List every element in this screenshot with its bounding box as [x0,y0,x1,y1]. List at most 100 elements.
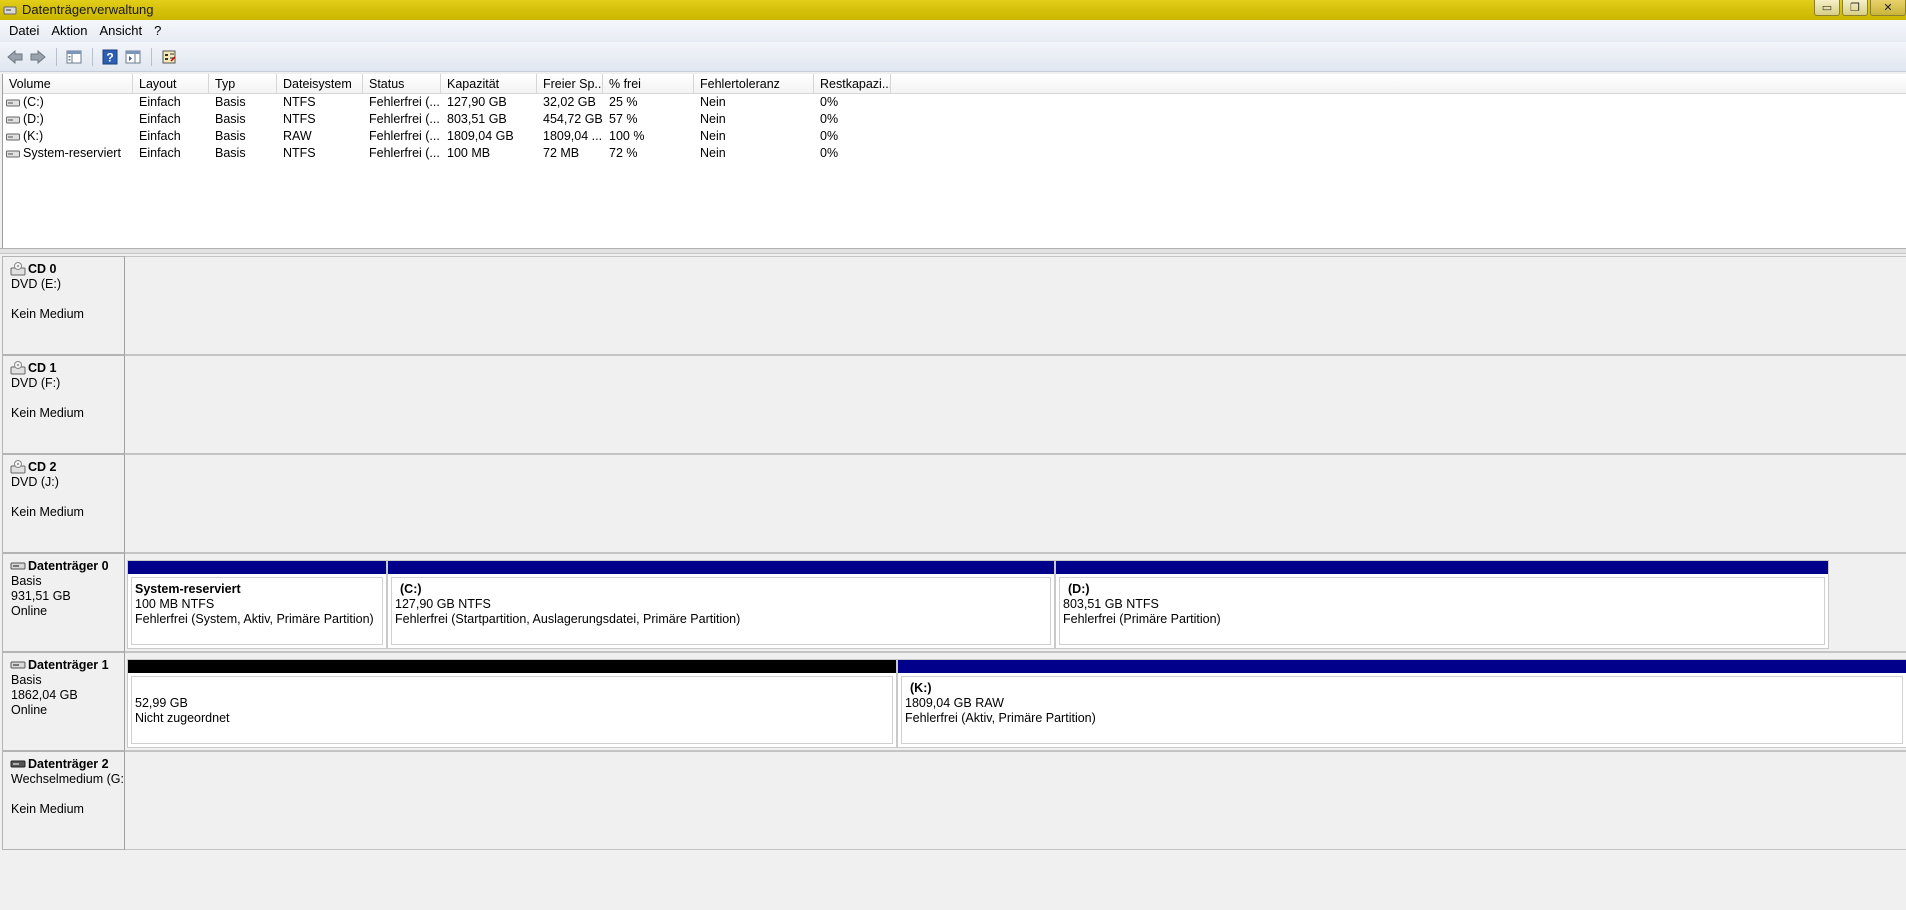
back-arrow-icon[interactable] [4,46,26,68]
partition-d[interactable]: (D:) 803,51 GB NTFS Fehlerfrei (Primäre … [1055,560,1829,649]
partition-content: (K:) 1809,04 GB RAW Fehlerfrei (Aktiv, P… [901,676,1903,744]
table-row[interactable]: (D:) Einfach Basis NTFS Fehlerfrei (... … [3,111,1906,128]
disk-name-row: Datenträger 2 [10,756,124,772]
minimize-button[interactable]: ▭ [1814,0,1840,16]
column-header-layout[interactable]: Layout [133,74,209,93]
disk-status: Kein Medium [11,505,84,519]
volume-icon [6,132,20,142]
disk-graphical-view: CD 0 DVD (E:) Kein Medium CD 1 DVD (F:) … [0,254,1906,910]
column-header-freier-speicher[interactable]: Freier Sp... [537,74,603,93]
disk-type: DVD (J:) [11,475,59,489]
help-icon[interactable]: ? [99,46,121,68]
volume-list: Volume Layout Typ Dateisystem Status Kap… [2,74,1906,248]
column-header-volume[interactable]: Volume [3,74,133,93]
disk-name: CD 2 [28,460,57,474]
disk-name-row: Datenträger 0 [10,558,124,574]
restkapazitaet-cell: 0% [820,112,839,126]
disk-name: CD 0 [28,262,57,276]
table-row[interactable]: System-reserviert Einfach Basis NTFS Feh… [3,145,1906,162]
volume-icon [6,149,20,159]
hard-disk-icon [10,660,26,670]
volume-icon [6,98,20,108]
action-pane-icon[interactable] [122,46,144,68]
disk-label-cd0[interactable]: CD 0 DVD (E:) Kein Medium [2,256,125,355]
prozent-frei-cell: 72 % [609,146,638,160]
disk-row-disk2: Datenträger 2 Wechselmedium (G: Kein Med… [2,751,1906,850]
title-bar: Datenträgerverwaltung ▭ ❐ ✕ [0,0,1906,20]
menu-aktion[interactable]: Aktion [45,20,93,42]
fehlertoleranz-cell: Nein [700,95,726,109]
disk-size: 1862,04 GB [11,688,78,702]
volume-cell: System-reserviert [3,145,133,162]
volume-list-header: Volume Layout Typ Dateisystem Status Kap… [3,74,1906,94]
status-cell: Fehlerfrei (... [369,146,440,160]
partition-system-reserviert[interactable]: System-reserviert 100 MB NTFS Fehlerfrei… [127,560,387,649]
disk-body-disk1: 52,99 GB Nicht zugeordnet (K:) 1809,04 G… [125,652,1906,751]
kapazitaet-cell: 127,90 GB [447,95,507,109]
partition-k[interactable]: (K:) 1809,04 GB RAW Fehlerfrei (Aktiv, P… [897,659,1906,748]
disk-label-disk2[interactable]: Datenträger 2 Wechselmedium (G: Kein Med… [2,751,125,850]
kapazitaet-cell: 100 MB [447,146,491,160]
disk-label-disk0[interactable]: Datenträger 0 Basis 931,51 GB Online [2,553,125,652]
prozent-frei-cell: 100 % [609,129,645,143]
dateisystem-cell: NTFS [283,112,316,126]
column-header-dateisystem[interactable]: Dateisystem [277,74,363,93]
disk-body-disk0: System-reserviert 100 MB NTFS Fehlerfrei… [125,553,1906,652]
close-button[interactable]: ✕ [1870,0,1906,16]
partition-bar-primary [1056,561,1828,574]
removable-drive-icon [10,759,26,769]
partition-bar-unallocated [128,660,896,673]
partition-status: Fehlerfrei (Aktiv, Primäre Partition) [905,711,1096,725]
disk-type: Basis [11,673,42,687]
disk-name: Datenträger 2 [28,757,109,771]
console-tree-icon[interactable] [63,46,85,68]
disk-status: Online [11,604,48,618]
partition-content: (D:) 803,51 GB NTFS Fehlerfrei (Primäre … [1059,577,1825,645]
disk-name: Datenträger 0 [28,559,109,573]
partition-title: (D:) [1068,582,1090,596]
column-header-prozent-frei[interactable]: % frei [603,74,694,93]
properties-icon[interactable] [158,46,180,68]
menu-ansicht[interactable]: Ansicht [94,20,149,42]
partition-size: 52,99 GB [135,696,188,710]
freier-speicher-cell: 454,72 GB [543,112,603,126]
restkapazitaet-cell: 0% [820,129,839,143]
table-row[interactable]: (C:) Einfach Basis NTFS Fehlerfrei (... … [3,94,1906,111]
partition-unallocated[interactable]: 52,99 GB Nicht zugeordnet [127,659,897,748]
disk-label-cd2[interactable]: CD 2 DVD (J:) Kein Medium [2,454,125,553]
column-header-kapazitaet[interactable]: Kapazität [441,74,537,93]
disk-name-row: CD 0 [10,261,124,277]
partition-size: 127,90 GB NTFS [395,597,491,611]
toolbar-separator [56,47,57,66]
layout-cell: Einfach [139,95,181,109]
typ-cell: Basis [215,95,246,109]
table-row[interactable]: (K:) Einfach Basis RAW Fehlerfrei (... 1… [3,128,1906,145]
partition-c[interactable]: (C:) 127,90 GB NTFS Fehlerfrei (Startpar… [387,560,1055,649]
status-cell: Fehlerfrei (... [369,95,440,109]
prozent-frei-cell: 25 % [609,95,638,109]
status-cell: Fehlerfrei (... [369,112,440,126]
column-header-typ[interactable]: Typ [209,74,277,93]
menu-datei[interactable]: Datei [3,20,45,42]
volume-name: (K:) [23,129,44,143]
volume-icon [6,115,20,125]
column-header-fehlertoleranz[interactable]: Fehlertoleranz [694,74,814,93]
cd-drive-icon [10,262,26,276]
volume-cell: (K:) [3,128,133,145]
disk-type: DVD (F:) [11,376,61,390]
dateisystem-cell: NTFS [283,95,316,109]
partition-bar-primary [128,561,386,574]
window-title: Datenträgerverwaltung [22,2,154,17]
column-header-restkapazitaet[interactable]: Restkapazi... [814,74,891,93]
disk-label-cd1[interactable]: CD 1 DVD (F:) Kein Medium [2,355,125,454]
column-header-status[interactable]: Status [363,74,441,93]
partition-status: Fehlerfrei (Primäre Partition) [1063,612,1221,626]
menu-help[interactable]: ? [148,20,167,42]
typ-cell: Basis [215,112,246,126]
restore-button[interactable]: ❐ [1842,0,1868,16]
partition-title: (K:) [910,681,932,695]
forward-arrow-icon[interactable] [27,46,49,68]
disk-label-disk1[interactable]: Datenträger 1 Basis 1862,04 GB Online [2,652,125,751]
volume-name: (C:) [23,95,44,109]
